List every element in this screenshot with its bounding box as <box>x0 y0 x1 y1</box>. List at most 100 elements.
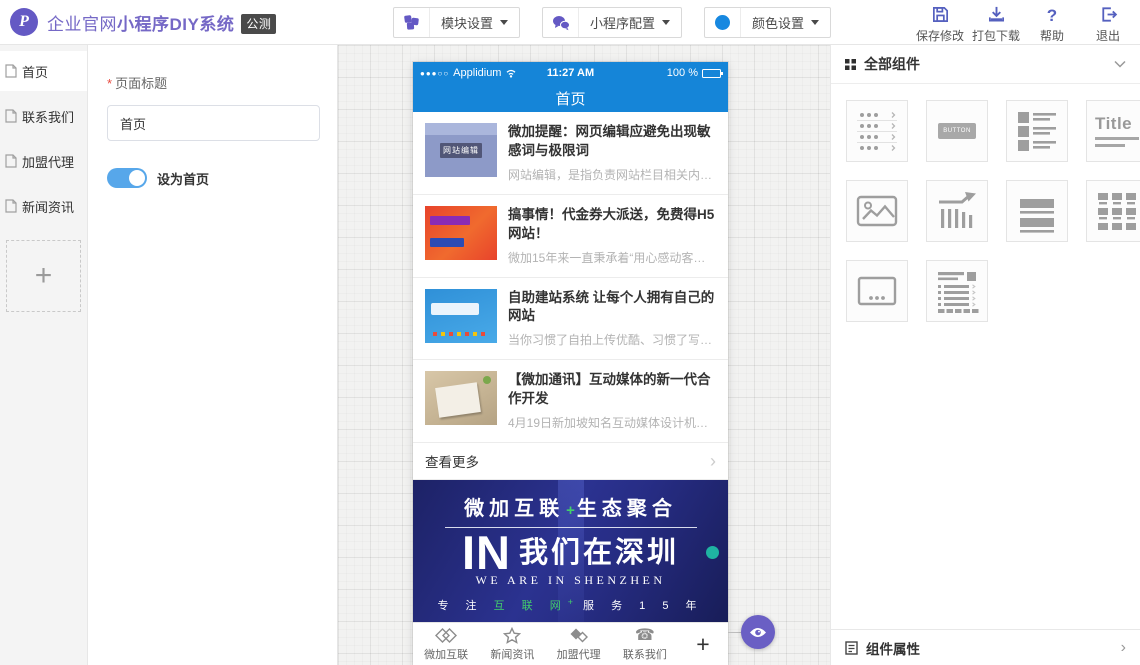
design-canvas: ●●●○○ Applidium 11:27 AM 100 % 首页 网站编辑 微… <box>338 45 830 665</box>
components-panel: 全部组件 <box>830 45 1140 665</box>
download-label: 打包下载 <box>972 27 1020 44</box>
clock-label: 11:27 AM <box>538 67 603 79</box>
tab-weijia[interactable]: 微加互联 <box>413 626 479 662</box>
banner-headline: 微加互联+生态聚合 <box>413 492 728 521</box>
eye-icon <box>749 626 767 639</box>
module-settings-dropdown[interactable]: 模块设置 <box>393 7 520 38</box>
news-item[interactable]: 网站编辑 微加提醒：网页编辑应避免出现敏感词与极限词 网站编辑，是指负责网站栏目… <box>413 112 728 195</box>
page-doc-icon <box>5 154 17 168</box>
color-settings-label: 颜色设置 <box>752 13 804 32</box>
banner-main-line: IN我们在深圳 <box>413 529 728 572</box>
page-doc-icon <box>5 109 17 123</box>
exit-button[interactable]: 退出 <box>1080 5 1136 44</box>
battery-icon <box>702 69 721 78</box>
view-more-label: 查看更多 <box>425 451 479 471</box>
news-thumbnail <box>425 206 497 260</box>
phone-preview: ●●●○○ Applidium 11:27 AM 100 % 首页 网站编辑 微… <box>413 62 728 665</box>
phone-status-bar: ●●●○○ Applidium 11:27 AM 100 % <box>413 62 728 84</box>
sidebar-item-news[interactable]: 新闻资讯 <box>0 186 87 226</box>
component-tile-detail-list[interactable] <box>926 260 988 322</box>
banner-image-component[interactable]: 微加互联+生态聚合 IN我们在深圳 WE ARE IN SHENZHEN 专 注… <box>413 480 728 622</box>
component-tile-marquee[interactable] <box>926 180 988 242</box>
component-tile-title[interactable]: Title <box>1086 100 1140 162</box>
help-button[interactable]: ? 帮助 <box>1024 5 1080 44</box>
beta-badge: 公测 <box>241 14 276 34</box>
module-settings-label: 模块设置 <box>441 13 493 32</box>
caret-down-icon <box>500 20 508 25</box>
tab-contact[interactable]: ☎ 联系我们 <box>612 626 678 662</box>
news-item[interactable]: 自助建站系统 让每个人拥有自己的网站 当你习惯了自拍上传优酷、习惯了写点小... <box>413 278 728 361</box>
news-title: 搞事情！代金券大派送，免费得H5网站！ <box>508 206 716 244</box>
carousel-icon <box>854 268 900 314</box>
plus-accent: + <box>566 502 575 519</box>
sidebar-item-home[interactable]: 首页 <box>0 51 87 91</box>
tab-agent[interactable]: 加盟代理 <box>546 626 612 662</box>
news-summary: 4月19日新加坡知名互动媒体设计机构Pinh... <box>508 414 716 431</box>
component-properties-label: 组件属性 <box>866 638 1113 658</box>
tab-news[interactable]: 新闻资讯 <box>479 626 545 662</box>
page-item-label: 首页 <box>22 62 48 81</box>
add-page-button[interactable]: + <box>6 240 81 312</box>
brand: P 企业官网小程序DIY系统公测 <box>10 8 276 36</box>
news-summary: 当你习惯了自拍上传优酷、习惯了写点小... <box>508 331 716 348</box>
component-tile-image[interactable] <box>846 180 908 242</box>
page-item-label: 加盟代理 <box>22 152 74 171</box>
image-icon <box>854 188 900 234</box>
exit-label: 退出 <box>1096 27 1120 44</box>
news-item[interactable]: 【微加通讯】互动媒体的新一代合作开发 4月19日新加坡知名互动媒体设计机构Pin… <box>413 360 728 443</box>
page-item-label: 联系我们 <box>22 107 74 126</box>
component-tile-grid[interactable] <box>1086 180 1140 242</box>
page-doc-icon <box>5 199 17 213</box>
app-title: 企业官网小程序DIY系统公测 <box>47 10 276 35</box>
banner-english-line: WE ARE IN SHENZHEN <box>413 573 728 588</box>
phone-page-title: 首页 <box>555 88 585 109</box>
component-tile-image-text-list[interactable] <box>1006 100 1068 162</box>
color-settings-dropdown[interactable]: 颜色设置 <box>704 7 831 38</box>
page-item-label: 新闻资讯 <box>22 197 74 216</box>
save-floppy-icon <box>931 5 950 24</box>
chevron-right-icon: › <box>710 452 716 470</box>
sidebar-item-contact[interactable]: 联系我们 <box>0 96 87 136</box>
modules-cubes-icon <box>394 8 430 37</box>
button-icon: BUTTON <box>938 123 976 139</box>
component-tile-menu-list[interactable] <box>846 100 908 162</box>
component-properties-bar[interactable]: 组件属性 › <box>831 629 1140 665</box>
news-item[interactable]: 搞事情！代金券大派送，免费得H5网站！ 微加15年来一直秉承着“用心感动客户！”… <box>413 195 728 278</box>
toolbar-actions: 保存修改 打包下载 ? 帮助 退出 <box>912 5 1136 44</box>
settings-dropdowns: 模块设置 小程序配置 颜色设置 <box>393 7 831 38</box>
tab-label: 加盟代理 <box>557 646 601 662</box>
components-header-label: 全部组件 <box>864 54 1106 74</box>
wechat-bubbles-icon <box>543 8 579 37</box>
page-title-input[interactable] <box>107 105 320 141</box>
component-tiles-grid: BUTTON Title <box>831 84 1140 322</box>
component-tile-carousel[interactable] <box>846 260 908 322</box>
save-button[interactable]: 保存修改 <box>912 5 968 44</box>
component-tile-banner-strips[interactable] <box>1006 180 1068 242</box>
preview-eye-button[interactable] <box>741 615 775 649</box>
set-home-toggle[interactable] <box>107 168 147 188</box>
caret-down-icon <box>662 20 670 25</box>
preview-connector-line <box>728 632 741 633</box>
component-tile-button[interactable]: BUTTON <box>926 100 988 162</box>
page-title-field-label: *页面标题 <box>107 73 337 92</box>
package-download-button[interactable]: 打包下载 <box>968 5 1024 44</box>
save-label: 保存修改 <box>916 27 964 44</box>
pages-sidebar: 首页 联系我们 加盟代理 新闻资讯 + <box>0 45 88 665</box>
set-home-label: 设为首页 <box>157 169 209 188</box>
news-list-component: 网站编辑 微加提醒：网页编辑应避免出现敏感词与极限词 网站编辑，是指负责网站栏目… <box>413 112 728 480</box>
components-header[interactable]: 全部组件 <box>831 45 1140 84</box>
view-more-link[interactable]: 查看更多 › <box>413 443 728 480</box>
tab-label: 微加互联 <box>424 646 468 662</box>
sidebar-item-agent[interactable]: 加盟代理 <box>0 141 87 181</box>
news-thumbnail: 网站编辑 <box>425 123 497 177</box>
set-home-row: 设为首页 <box>107 168 337 188</box>
question-mark-icon: ? <box>1047 5 1057 24</box>
news-summary: 微加15年来一直秉承着“用心感动客户！”的... <box>508 249 716 266</box>
phone-icon: ☎ <box>635 626 655 645</box>
add-tab-button[interactable]: + <box>678 631 728 658</box>
download-icon <box>987 5 1006 24</box>
properties-doc-icon <box>845 641 858 655</box>
title-icon: Title <box>1095 115 1139 147</box>
exit-arrow-icon <box>1099 5 1118 24</box>
miniprogram-config-dropdown[interactable]: 小程序配置 <box>542 7 682 38</box>
